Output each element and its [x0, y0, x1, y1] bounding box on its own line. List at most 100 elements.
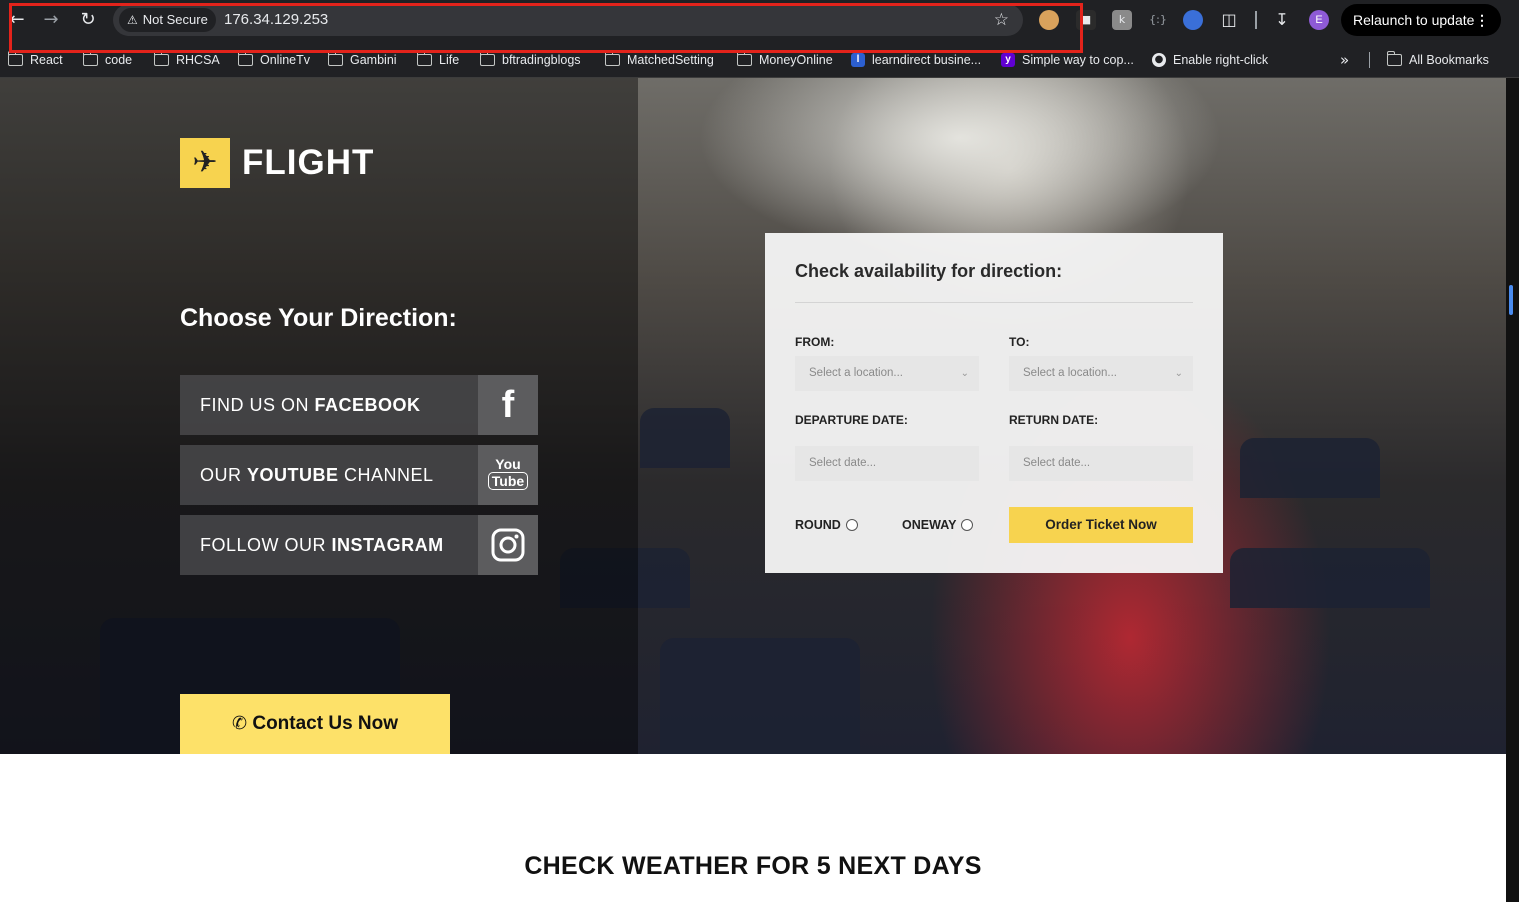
departure-date-label: DEPARTURE DATE:: [795, 413, 908, 427]
to-label: TO:: [1009, 335, 1030, 349]
folder-icon: [153, 51, 169, 66]
bookmark-label: RHCSA: [176, 53, 220, 67]
puzzle-icon[interactable]: ◫: [1219, 10, 1239, 30]
from-label: FROM:: [795, 335, 835, 349]
folder-icon: [327, 51, 343, 66]
security-label: Not Secure: [142, 12, 208, 27]
bookmark-item[interactable]: OnlineTv: [237, 51, 311, 69]
more-bookmarks-icon[interactable]: »: [1340, 51, 1349, 69]
learndirect-icon: l: [851, 53, 865, 67]
bookmark-item[interactable]: Life: [416, 51, 460, 69]
bookmark-label: Simple way to cop...: [1022, 53, 1134, 67]
from-select[interactable]: Select a location... ⌄: [795, 356, 979, 391]
url-text[interactable]: 176.34.129.253: [224, 4, 328, 36]
oneway-label: ONEWAY: [902, 518, 957, 532]
bookmark-label: Gambini: [350, 53, 397, 67]
instagram-link[interactable]: FOLLOW OUR INSTAGRAM: [180, 515, 538, 575]
folder-icon: [604, 51, 620, 66]
from-select-value: Select a location...: [809, 367, 903, 379]
bookmark-label: Life: [439, 53, 460, 67]
globe-icon: ●: [1152, 53, 1166, 67]
seat-shape: [660, 638, 860, 754]
bookmark-item[interactable]: ● Enable right-click: [1152, 51, 1268, 69]
departure-date-placeholder: Select date...: [809, 457, 877, 469]
menu-dots-icon[interactable]: ⋮: [1475, 4, 1489, 36]
seat-shape: [1230, 548, 1430, 608]
oneway-option[interactable]: ONEWAY: [902, 518, 974, 532]
folder-icon: [479, 51, 495, 66]
departure-date-input[interactable]: Select date...: [795, 446, 979, 481]
all-bookmarks[interactable]: All Bookmarks: [1386, 51, 1489, 69]
plane-logo-icon[interactable]: ✈: [180, 138, 230, 188]
bookmark-label: MatchedSetting: [627, 53, 714, 67]
contact-us-button[interactable]: ✆ Contact Us Now: [180, 694, 450, 754]
k-extension-icon[interactable]: k: [1112, 10, 1132, 30]
round-label: ROUND: [795, 518, 841, 532]
bookmark-item[interactable]: y Simple way to cop...: [1001, 51, 1134, 69]
security-extension-icon[interactable]: [1183, 10, 1203, 30]
bookmark-label: React: [30, 53, 63, 67]
bookmark-item[interactable]: l learndirect busine...: [851, 51, 981, 69]
form-divider: [795, 302, 1193, 303]
extension-icon[interactable]: ■: [1076, 10, 1096, 30]
folder-icon: [237, 51, 253, 66]
return-date-input[interactable]: Select date...: [1009, 446, 1193, 481]
facebook-link[interactable]: FIND US ON FACEBOOK f: [180, 375, 538, 435]
folder-icon: [736, 51, 752, 66]
phone-icon: ✆: [231, 713, 248, 734]
back-icon[interactable]: ←: [5, 8, 29, 32]
bookmark-label: Enable right-click: [1173, 53, 1269, 67]
scrollbar-thumb[interactable]: [1509, 285, 1513, 315]
round-radio[interactable]: [845, 519, 858, 531]
oneway-radio[interactable]: [961, 519, 974, 531]
bookmarks-bar: React code RHCSA OnlineTv Gambini Life b…: [0, 40, 1519, 78]
round-option[interactable]: ROUND: [795, 518, 858, 532]
profile-avatar[interactable]: E: [1309, 10, 1329, 30]
page-scrollbar[interactable]: [1506, 78, 1519, 902]
bookmark-item[interactable]: code: [82, 51, 133, 69]
download-icon[interactable]: ↧: [1272, 10, 1292, 30]
form-title: Check availability for direction:: [795, 261, 1063, 281]
json-extension-icon[interactable]: {:}: [1148, 10, 1168, 30]
bookmark-item[interactable]: MoneyOnline: [736, 51, 833, 69]
browser-toolbar: ← → ↻ ⚠ Not Secure 176.34.129.253 ☆ ■ k …: [0, 0, 1519, 40]
return-date-label: RETURN DATE:: [1009, 413, 1099, 427]
instagram-icon: [478, 515, 538, 575]
logo-text[interactable]: FLIGHT: [242, 140, 374, 186]
chevron-down-icon: ⌄: [960, 368, 969, 379]
address-bar[interactable]: ⚠ Not Secure 176.34.129.253 ☆: [113, 4, 1023, 36]
security-chip[interactable]: ⚠ Not Secure: [119, 8, 216, 32]
bookmark-label: MoneyOnline: [759, 53, 833, 67]
toolbar-divider: [1255, 11, 1257, 29]
folder-icon: [416, 51, 432, 66]
choose-direction-heading: Choose Your Direction:: [180, 304, 457, 332]
availability-form: Check availability for direction: FROM: …: [765, 233, 1223, 573]
bookmark-item[interactable]: MatchedSetting: [604, 51, 714, 69]
bookmark-item[interactable]: RHCSA: [153, 51, 220, 69]
relaunch-button[interactable]: Relaunch to update ⋮: [1341, 4, 1501, 36]
contact-us-label: Contact Us Now: [252, 713, 399, 734]
order-ticket-button[interactable]: Order Ticket Now: [1009, 507, 1193, 543]
youtube-link[interactable]: OUR YOUTUBE CHANNEL You Tube: [180, 445, 538, 505]
bookmark-item[interactable]: Gambini: [327, 51, 397, 69]
reload-icon[interactable]: ↻: [76, 8, 100, 32]
bookmark-label: OnlineTv: [260, 53, 311, 67]
to-select-value: Select a location...: [1023, 367, 1117, 379]
facebook-link-label: FIND US ON FACEBOOK: [200, 395, 421, 415]
to-select[interactable]: Select a location... ⌄: [1009, 356, 1193, 391]
youtube-icon: You Tube: [478, 445, 538, 505]
forward-icon[interactable]: →: [39, 8, 63, 32]
yahoo-icon: y: [1001, 53, 1015, 67]
folder-icon: [1386, 51, 1402, 66]
bookmarks-divider: [1369, 52, 1370, 68]
chevron-down-icon: ⌄: [1174, 368, 1183, 379]
bookmark-item[interactable]: React: [7, 51, 63, 69]
folder-icon: [7, 51, 23, 66]
facebook-icon: f: [478, 375, 538, 435]
bookmark-label: code: [105, 53, 133, 67]
bookmark-star-icon[interactable]: ☆: [994, 4, 1009, 36]
cookie-extension-icon[interactable]: [1039, 10, 1059, 30]
warning-icon: ⚠: [127, 13, 138, 27]
bookmark-item[interactable]: bftradingblogs: [479, 51, 581, 69]
folder-icon: [82, 51, 98, 66]
